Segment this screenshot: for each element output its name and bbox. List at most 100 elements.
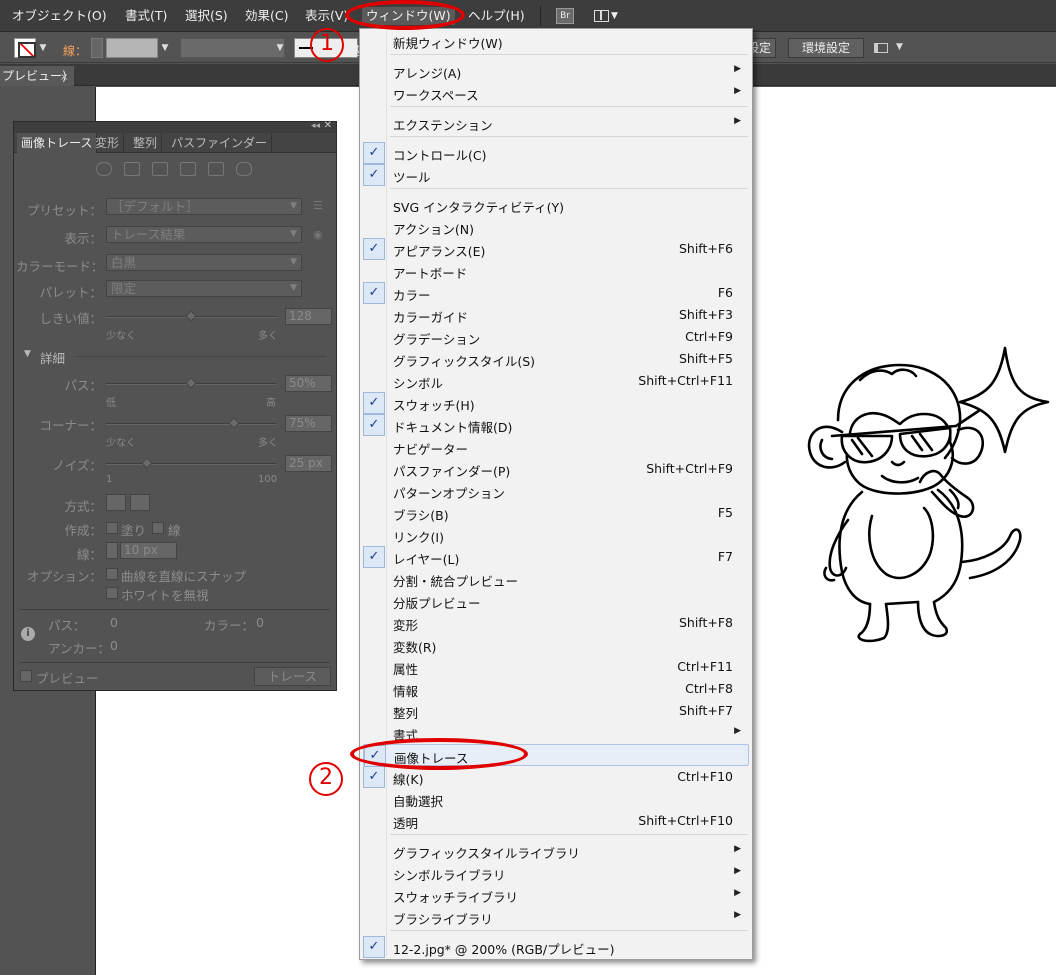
window-menu-item[interactable]: シンボル Shift+Ctrl+F11 bbox=[363, 370, 749, 392]
chevron-down-icon[interactable]: ▼ bbox=[274, 38, 286, 58]
window-menu-item[interactable]: グラフィックスタイル(S) Shift+F5 bbox=[363, 348, 749, 370]
window-menu-item[interactable]: ✓ 12-2.jpg* @ 200% (RGB/プレビュー) bbox=[363, 936, 749, 958]
stroke-width-stepper[interactable] bbox=[106, 542, 118, 559]
black-white-icon[interactable] bbox=[208, 162, 224, 176]
preset-select[interactable]: ［デフォルト］ ▼ bbox=[106, 198, 302, 215]
threshold-slider[interactable] bbox=[106, 310, 276, 322]
window-menu-item[interactable]: グラデーション Ctrl+F9 bbox=[363, 326, 749, 348]
window-menu-item[interactable]: 新規ウィンドウ(W) bbox=[363, 30, 749, 52]
trace-button[interactable]: トレース bbox=[254, 667, 331, 686]
arrange-documents-icon[interactable]: ▼ bbox=[874, 42, 904, 56]
window-menu-item-shortcut: Shift+F7 bbox=[678, 703, 733, 718]
menu-list-icon[interactable]: ☰ bbox=[313, 199, 323, 212]
corners-thumb[interactable] bbox=[227, 417, 240, 429]
abutting-method-button[interactable] bbox=[106, 494, 126, 511]
stroke-width-field[interactable]: 10 px bbox=[120, 542, 177, 559]
menu-help[interactable]: ヘルプ(H) bbox=[468, 7, 525, 25]
snap-checkbox[interactable] bbox=[106, 568, 118, 580]
window-menu-item[interactable]: アートボード bbox=[363, 260, 749, 282]
menu-object[interactable]: オブジェクト(O) bbox=[12, 7, 107, 25]
color-mode-select[interactable]: 白黒 ▼ bbox=[106, 254, 302, 271]
disclosure-triangle-icon[interactable]: ▼ bbox=[24, 349, 31, 359]
corners-field[interactable]: 75% bbox=[285, 415, 332, 432]
menu-view[interactable]: 表示(V) bbox=[305, 7, 348, 25]
corners-slider[interactable] bbox=[106, 417, 276, 429]
window-menu-item[interactable]: 分割・統合プレビュー bbox=[363, 568, 749, 590]
window-menu-item[interactable]: ✓ レイヤー(L) F7 bbox=[363, 546, 749, 568]
outline-icon[interactable] bbox=[236, 162, 252, 176]
window-menu-item[interactable]: ✓ コントロール(C) bbox=[363, 142, 749, 164]
fill-checkbox[interactable] bbox=[106, 522, 118, 534]
window-menu-item[interactable]: カラーガイド Shift+F3 bbox=[363, 304, 749, 326]
window-menu-item[interactable]: ナビゲーター bbox=[363, 436, 749, 458]
window-menu-item[interactable]: ✓ アピアランス(E) Shift+F6 bbox=[363, 238, 749, 260]
close-icon[interactable]: × bbox=[60, 68, 68, 88]
grayscale-icon[interactable] bbox=[180, 162, 196, 176]
preview-checkbox[interactable] bbox=[20, 670, 32, 682]
collapse-icon[interactable]: ◂◂ bbox=[311, 121, 320, 131]
stroke-weight-stepper[interactable] bbox=[91, 38, 103, 58]
window-menu-item[interactable]: 整列 Shift+F7 bbox=[363, 700, 749, 722]
window-menu-item[interactable]: パスファインダー(P) Shift+Ctrl+F9 bbox=[363, 458, 749, 480]
window-menu-item[interactable]: ブラシ(B) F5 bbox=[363, 502, 749, 524]
window-menu-item[interactable]: ✓ ツール bbox=[363, 164, 749, 186]
noise-slider[interactable] bbox=[106, 457, 276, 469]
window-menu-item[interactable]: 自動選択 bbox=[363, 788, 749, 810]
view-select[interactable]: トレース結果 ▼ bbox=[106, 226, 302, 243]
tab-align[interactable]: 整列 bbox=[129, 133, 163, 153]
menu-select[interactable]: 選択(S) bbox=[185, 7, 228, 25]
stroke-weight-field[interactable] bbox=[106, 38, 158, 58]
chevron-down-icon[interactable]: ▼ bbox=[159, 38, 171, 58]
window-menu-item[interactable]: 情報 Ctrl+F8 bbox=[363, 678, 749, 700]
window-menu-item[interactable]: アレンジ(A) ▶ bbox=[363, 60, 749, 82]
bridge-icon[interactable]: Br bbox=[556, 8, 574, 24]
window-menu-item[interactable]: 変数(R) bbox=[363, 634, 749, 656]
palette-select[interactable]: 限定 ▼ bbox=[106, 280, 302, 297]
ignore-white-checkbox[interactable] bbox=[106, 587, 118, 599]
stroke-checkbox[interactable] bbox=[152, 522, 164, 534]
window-menu-item[interactable]: ✓ ドキュメント情報(D) bbox=[363, 414, 749, 436]
paths-slider[interactable] bbox=[106, 377, 276, 389]
window-menu-item[interactable]: ブラシライブラリ ▶ bbox=[363, 906, 749, 928]
auto-color-icon[interactable] bbox=[96, 162, 112, 176]
window-menu-item[interactable]: ワークスペース ▶ bbox=[363, 82, 749, 104]
window-menu-item[interactable]: スウォッチライブラリ ▶ bbox=[363, 884, 749, 906]
window-menu-item[interactable]: 透明 Shift+Ctrl+F10 bbox=[363, 810, 749, 832]
overlapping-method-button[interactable] bbox=[130, 494, 150, 511]
menu-effect[interactable]: 効果(C) bbox=[245, 7, 288, 25]
panel-titlebar[interactable]: ◂◂ ✕ bbox=[14, 120, 336, 133]
window-menu-item[interactable]: 属性 Ctrl+F11 bbox=[363, 656, 749, 678]
window-menu-item[interactable]: パターンオプション bbox=[363, 480, 749, 502]
window-menu-item[interactable]: ✓ スウォッチ(H) bbox=[363, 392, 749, 414]
grid-icon[interactable] bbox=[152, 162, 168, 176]
tab-pathfinder[interactable]: パスファインダー bbox=[167, 133, 273, 153]
menu-type[interactable]: 書式(T) bbox=[125, 7, 167, 25]
window-menu-item[interactable]: アクション(N) bbox=[363, 216, 749, 238]
window-menu-item[interactable]: SVG インタラクティビティ(Y) bbox=[363, 194, 749, 216]
window-menu-item[interactable]: エクステンション ▶ bbox=[363, 112, 749, 134]
document-tab[interactable]: プレビュー) × bbox=[0, 66, 74, 86]
noise-thumb[interactable] bbox=[141, 457, 153, 469]
threshold-field[interactable]: 128 bbox=[285, 308, 332, 325]
eye-icon[interactable]: ◉ bbox=[313, 228, 323, 241]
variable-width-field[interactable] bbox=[180, 38, 285, 58]
window-menu-item[interactable]: リンク(I) bbox=[363, 524, 749, 546]
photo-icon[interactable] bbox=[124, 162, 140, 176]
noise-field[interactable]: 25 px bbox=[285, 455, 332, 472]
threshold-thumb[interactable] bbox=[185, 310, 197, 322]
paths-field[interactable]: 50% bbox=[285, 375, 332, 392]
close-icon[interactable]: ✕ bbox=[324, 120, 332, 131]
window-menu-item[interactable]: 変形 Shift+F8 bbox=[363, 612, 749, 634]
tab-transform[interactable]: 変形 bbox=[91, 133, 125, 153]
workspace-layout-icon[interactable]: ▼ bbox=[594, 8, 618, 24]
window-menu-item[interactable]: グラフィックスタイルライブラリ ▶ bbox=[363, 840, 749, 862]
window-menu-item-label: カラーガイド bbox=[393, 310, 469, 325]
preferences-button[interactable]: 環境設定 bbox=[788, 38, 864, 58]
chevron-down-icon[interactable]: ▼ bbox=[37, 38, 49, 58]
window-menu-item[interactable]: シンボルライブラリ ▶ bbox=[363, 862, 749, 884]
paths-thumb[interactable] bbox=[185, 377, 197, 389]
window-menu-item[interactable]: 分版プレビュー bbox=[363, 590, 749, 612]
window-menu-item[interactable]: ✓ カラー F6 bbox=[363, 282, 749, 304]
tab-image-trace[interactable]: 画像トレース bbox=[17, 133, 98, 153]
stroke-color-swatch[interactable] bbox=[14, 38, 36, 58]
